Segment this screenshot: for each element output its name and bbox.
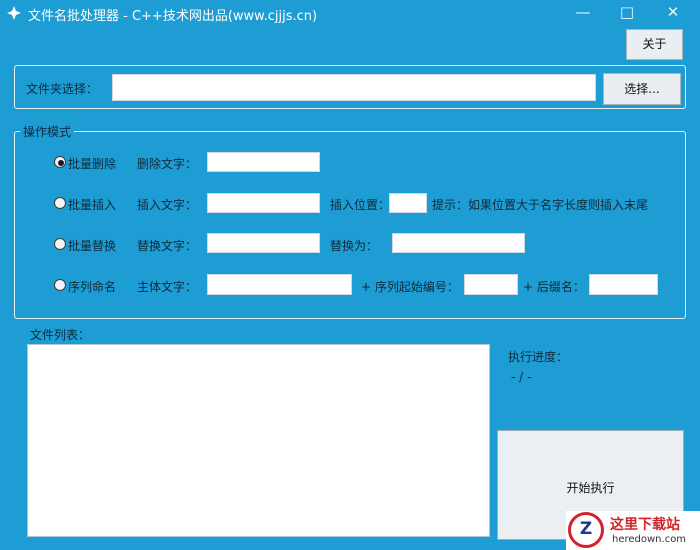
close-icon[interactable]: ✕ (656, 0, 690, 24)
insert-position-input[interactable] (389, 193, 427, 213)
radio-batch-insert[interactable] (54, 197, 66, 209)
option-batch-delete[interactable]: 批量删除 (68, 155, 116, 172)
sequence-start-label: + 序列起始编号： (361, 280, 459, 294)
folder-path-input[interactable] (112, 74, 596, 101)
replace-text-input[interactable] (207, 233, 320, 253)
progress-label: 执行进度： (508, 350, 569, 364)
replace-with-input[interactable] (392, 233, 525, 253)
progress-value: - / - (511, 370, 532, 384)
watermark-name: 这里下载站 (610, 517, 680, 533)
watermark-logo: Z (568, 512, 604, 548)
title-bar: 文件名批处理器 - C++技术网出品(www.cjjjs.cn) — □ ✕ (0, 0, 700, 26)
replace-text-label: 替换文字： (137, 239, 198, 253)
option-batch-insert[interactable]: 批量插入 (68, 196, 116, 213)
radio-sequence-naming[interactable] (54, 279, 66, 291)
minimize-icon[interactable]: — (566, 0, 600, 24)
folder-label: 文件夹选择： (26, 82, 99, 96)
insert-text-label: 插入文字： (137, 198, 198, 212)
sequence-start-input[interactable] (464, 274, 518, 295)
replace-with-label: 替换为： (330, 239, 379, 253)
option-sequence-naming[interactable]: 序列命名 (68, 278, 116, 295)
main-text-label: 主体文字： (137, 280, 198, 294)
file-list-box[interactable] (27, 344, 490, 537)
delete-text-label: 删除文字： (137, 157, 198, 171)
watermark-domain: heredown.com (612, 534, 687, 545)
insert-hint: 提示：如果位置大于名字长度则插入末尾 (432, 198, 649, 212)
insert-text-input[interactable] (207, 193, 320, 213)
radio-batch-delete[interactable] (54, 156, 66, 168)
maximize-icon[interactable]: □ (610, 0, 644, 24)
app-icon (6, 5, 22, 21)
option-batch-replace[interactable]: 批量替换 (68, 237, 116, 254)
radio-batch-replace[interactable] (54, 238, 66, 250)
mode-group-title: 操作模式 (20, 123, 75, 140)
insert-position-label: 插入位置： (330, 198, 391, 212)
browse-button[interactable]: 选择... (603, 73, 681, 105)
delete-text-input[interactable] (207, 152, 320, 172)
about-button[interactable]: 关于 (626, 29, 683, 60)
main-text-input[interactable] (207, 274, 352, 295)
window-title: 文件名批处理器 - C++技术网出品(www.cjjjs.cn) (28, 9, 318, 24)
start-execute-label: 开始执行 (566, 481, 615, 495)
suffix-label: + 后缀名： (523, 280, 585, 294)
file-list-label: 文件列表： (30, 328, 91, 342)
watermark: Z 这里下载站 heredown.com (566, 511, 700, 550)
suffix-input[interactable] (589, 274, 658, 295)
watermark-logo-icon: Z (579, 519, 593, 539)
